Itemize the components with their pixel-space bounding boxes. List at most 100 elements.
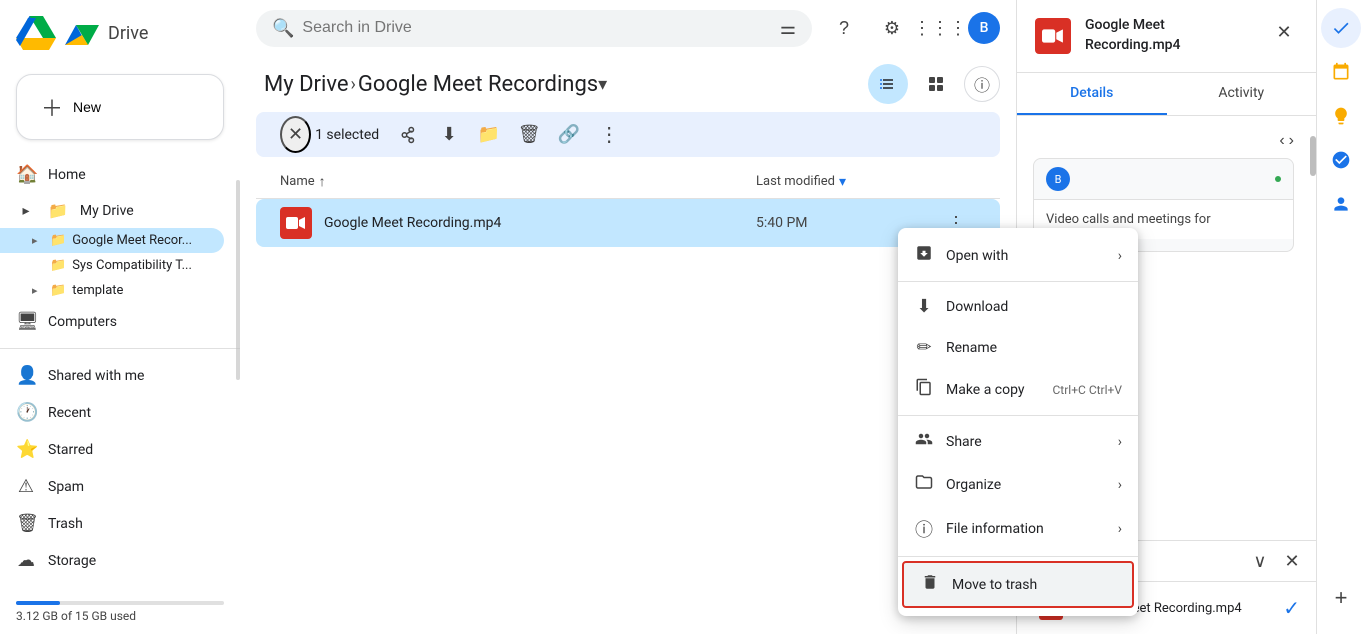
side-icon-calendar[interactable]	[1321, 52, 1361, 92]
folder-icon-template: 📁	[50, 283, 66, 298]
new-button-label: New	[73, 99, 101, 115]
sidebar-item-recent[interactable]: 🕐 Recent	[0, 394, 224, 431]
new-button[interactable]: ＋ New	[16, 74, 224, 140]
organize-icon	[914, 473, 934, 496]
storage-section: 3.12 GB of 15 GB used	[0, 587, 240, 626]
sidebar-item-computers[interactable]: 🖥 Computers	[0, 303, 224, 340]
panel-title-text: Google Meet Recording.mp4	[1085, 16, 1256, 55]
link-toolbar-button[interactable]: 🔗	[551, 117, 587, 153]
delete-toolbar-button[interactable]: 🗑	[511, 117, 547, 153]
sidebar-item-storage-label: Storage	[48, 553, 96, 569]
menu-item-make-copy[interactable]: Make a copy Ctrl+C Ctrl+V	[898, 368, 1138, 411]
deselect-button[interactable]: ✕	[280, 116, 311, 153]
sidebar-item-trash[interactable]: 🗑 Trash	[0, 505, 224, 542]
menu-organize-label: Organize	[946, 477, 1106, 493]
user-avatar[interactable]: B	[968, 12, 1000, 44]
search-input[interactable]	[302, 19, 771, 37]
storage-icon: ☁	[16, 550, 36, 571]
sidebar-item-template[interactable]: ▸ 📁 template	[0, 278, 224, 303]
side-icon-keep[interactable]	[1321, 96, 1361, 136]
sidebar-item-template-label: template	[72, 283, 123, 298]
info-button[interactable]: ⓘ	[964, 66, 1000, 102]
side-icon-checklist[interactable]	[1321, 8, 1361, 48]
breadcrumb-current[interactable]: Google Meet Recordings	[358, 72, 598, 97]
more-toolbar-button[interactable]: ⋮	[591, 117, 627, 153]
sidebar-item-sys-compat[interactable]: 📁 Sys Compatibility T...	[0, 253, 224, 278]
col-name-header[interactable]: Name ↑	[280, 173, 756, 190]
file-info-arrow: ›	[1118, 521, 1122, 537]
col-modified-header[interactable]: Last modified ▾	[756, 174, 936, 190]
sidebar-item-computers-label: Computers	[48, 314, 117, 330]
side-icon-contacts[interactable]	[1321, 184, 1361, 224]
sidebar-item-spam[interactable]: ⚠ Spam	[0, 468, 224, 505]
move-toolbar-button[interactable]: 📁	[471, 117, 507, 153]
file-info-icon: ⓘ	[914, 516, 934, 542]
help-support-button[interactable]: ?	[824, 8, 864, 48]
sidebar-item-starred[interactable]: ⭐ Starred	[0, 431, 224, 468]
panel-prev-button[interactable]: ‹	[1279, 132, 1284, 150]
topbar: 🔍 ⚌ ? ⚙ ⋮⋮⋮ B	[240, 0, 1016, 56]
copy-icon	[914, 378, 934, 401]
starred-icon: ⭐	[16, 439, 36, 460]
side-icon-tasks[interactable]	[1321, 140, 1361, 180]
panel-tab-details[interactable]: Details	[1017, 73, 1167, 115]
file-row[interactable]: Google Meet Recording.mp4 5:40 PM ⋮	[256, 199, 1000, 247]
search-options-icon[interactable]: ⚌	[780, 18, 796, 39]
breadcrumb-dropdown-icon[interactable]: ▾	[598, 74, 607, 95]
breadcrumb-parent[interactable]: My Drive	[264, 72, 349, 97]
panel-scroll-down-button[interactable]: ∨	[1244, 545, 1276, 577]
sidebar-scrollbar	[236, 180, 240, 380]
share-toolbar-button[interactable]	[391, 117, 427, 153]
menu-item-organize[interactable]: Organize ›	[898, 463, 1138, 506]
storage-text: 3.12 GB of 15 GB used	[16, 609, 224, 623]
list-view-button[interactable]	[868, 64, 908, 104]
meet-video-icon	[280, 207, 312, 239]
menu-item-rename[interactable]: ✏ Rename	[898, 327, 1138, 368]
side-icon-add[interactable]: +	[1321, 578, 1361, 618]
sidebar-item-storage[interactable]: ☁ Storage	[0, 542, 224, 579]
apps-button[interactable]: ⋮⋮⋮	[920, 8, 960, 48]
sidebar-item-starred-label: Starred	[48, 442, 93, 458]
panel-online-dot	[1275, 176, 1281, 182]
settings-button[interactable]: ⚙	[872, 8, 912, 48]
grid-view-icon	[927, 75, 945, 93]
spam-icon: ⚠	[16, 476, 36, 497]
panel-tab-activity[interactable]: Activity	[1167, 73, 1317, 115]
share-icon	[400, 126, 418, 144]
menu-item-open-with[interactable]: Open with ›	[898, 234, 1138, 277]
download-toolbar-button[interactable]: ⬇	[431, 117, 467, 153]
view-controls: ⓘ	[868, 64, 1000, 104]
panel-footer-check-icon: ✓	[1283, 596, 1300, 620]
open-with-arrow: ›	[1118, 248, 1122, 264]
panel-user-row: B	[1034, 159, 1293, 200]
panel-close-button[interactable]: ✕	[1268, 16, 1300, 48]
trash-menu-icon	[920, 573, 940, 596]
share-arrow: ›	[1118, 434, 1122, 450]
mydrive-icon: ▸	[16, 203, 36, 219]
sidebar-item-google-meet-recordings[interactable]: ▸ 📁 Google Meet Recor...	[0, 228, 224, 253]
mydrive-folder-icon: 📁	[48, 201, 68, 220]
sidebar-item-sys-label: Sys Compatibility T...	[72, 258, 192, 273]
panel-next-button[interactable]: ›	[1289, 132, 1294, 150]
organize-arrow: ›	[1118, 477, 1122, 493]
panel-nav-arrows: ‹ ›	[1033, 132, 1294, 150]
grid-view-button[interactable]	[916, 64, 956, 104]
menu-item-share[interactable]: Share ›	[898, 420, 1138, 463]
sidebar: Drive ＋ New 🏠 Home ▸ 📁 My Drive ▸	[0, 0, 240, 634]
panel-scrollbar-track	[1310, 116, 1316, 540]
search-icon: 🔍	[272, 18, 294, 39]
panel-header: Google Meet Recording.mp4 ✕	[1017, 0, 1316, 73]
menu-item-file-info[interactable]: ⓘ File information ›	[898, 506, 1138, 552]
panel-tabs: Details Activity	[1017, 73, 1316, 116]
list-view-icon	[879, 75, 897, 93]
sidebar-item-home[interactable]: 🏠 Home	[0, 156, 224, 193]
sidebar-item-shared[interactable]: 👤 Shared with me	[0, 357, 224, 394]
menu-item-move-to-trash[interactable]: Move to trash	[902, 561, 1134, 608]
menu-item-download[interactable]: ⬇ Download	[898, 286, 1138, 327]
sidebar-item-mydrive[interactable]: ▸ 📁 My Drive	[0, 193, 224, 228]
drive-logo-triangles	[64, 17, 100, 49]
panel-close-bottom-button[interactable]: ✕	[1276, 545, 1308, 577]
topbar-right: ? ⚙ ⋮⋮⋮ B	[824, 8, 1000, 48]
sort-modified-icon: ▾	[839, 174, 846, 190]
col-modified-label: Last modified	[756, 174, 835, 189]
